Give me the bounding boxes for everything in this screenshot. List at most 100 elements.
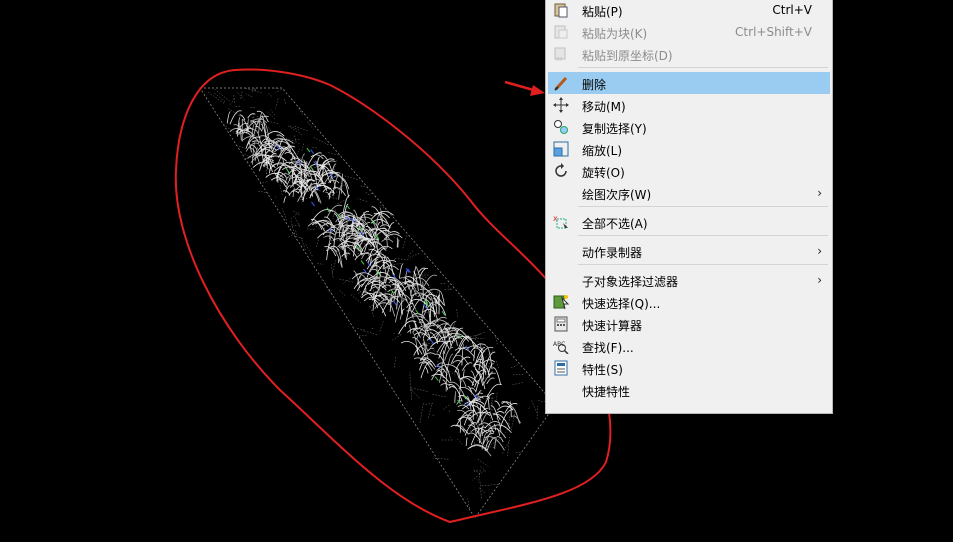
menu-item-label: 子对象选择过滤器 (582, 275, 679, 289)
mesh-edge (432, 458, 449, 460)
mesh-edge (297, 105, 303, 115)
eraser-icon (553, 75, 569, 91)
menu-item-shortcut: Ctrl+V (772, 3, 812, 17)
mesh-edge (419, 402, 424, 423)
mesh-edge (478, 470, 481, 483)
mesh-edge (477, 458, 489, 467)
contour-line (501, 401, 512, 405)
quick-select-icon (553, 294, 570, 310)
menu-item[interactable]: 粘贴(P) Ctrl+V (548, 0, 830, 21)
menu-item-label: 绘图次序(W) (582, 188, 652, 202)
mesh-edge (472, 470, 485, 481)
mesh-edge (495, 335, 498, 345)
survey-mark (346, 204, 351, 210)
mesh-edge (229, 98, 235, 106)
mesh-edge (207, 91, 225, 104)
survey-mark (310, 149, 315, 154)
menu-item[interactable]: 绘图次序(W) › (548, 182, 830, 204)
contour-line (226, 111, 231, 124)
menu-item[interactable]: x 全部不选(A) (548, 211, 830, 233)
contour-line (454, 347, 476, 358)
mesh-edge (391, 334, 402, 341)
contour-line (412, 337, 426, 357)
mesh-edge (267, 91, 272, 97)
menu-item[interactable]: 快速计算器 (548, 313, 830, 335)
contour-line (423, 274, 438, 287)
menu-separator (578, 206, 828, 207)
contour-line (279, 139, 284, 148)
mesh-edge (390, 262, 403, 266)
mesh-edge (317, 262, 324, 265)
contour-line (460, 378, 467, 388)
copy-select-icon (553, 119, 569, 135)
mesh-edge (290, 212, 299, 220)
contour-line (462, 362, 473, 371)
menu-item[interactable]: 移动(M) (548, 94, 830, 116)
mesh-edge (393, 332, 395, 335)
mesh-edge (305, 244, 314, 258)
menu-item-label: 旋转(O) (582, 166, 625, 180)
menu-item-label: 快捷特性 (582, 385, 631, 399)
contour-line (283, 196, 287, 203)
mesh-edge (235, 105, 242, 107)
mesh-edge (349, 293, 362, 304)
mesh-edge (298, 143, 300, 145)
menu-item[interactable]: 动作录制器 › (548, 240, 830, 262)
mesh-edge (270, 109, 276, 116)
menu-item-label: 复制选择(Y) (582, 122, 647, 136)
mesh-edge (324, 285, 335, 298)
menu-item[interactable]: 旋转(O) (548, 160, 830, 182)
menu-item[interactable]: 子对象选择过滤器 › (548, 269, 830, 291)
move-icon (553, 97, 569, 113)
mesh-edge (432, 393, 448, 398)
mesh-edge (290, 219, 295, 234)
mesh-edge (294, 217, 301, 229)
mesh-edge (512, 382, 524, 386)
mesh-edge (419, 342, 435, 344)
mesh-edge (307, 121, 314, 130)
submenu-arrow-icon: › (817, 244, 822, 258)
contour-line (450, 424, 466, 433)
mesh-edge (286, 125, 303, 135)
mesh-edge (379, 321, 384, 333)
annotation-red-arrow (504, 80, 545, 96)
mesh-edge (393, 357, 396, 369)
contour-line (266, 131, 285, 137)
mesh-edge (408, 250, 414, 257)
menu-item-label: 快速计算器 (582, 319, 643, 333)
mesh-edge (359, 334, 367, 337)
rotate-icon (553, 163, 569, 179)
mesh-edge (274, 196, 276, 198)
mesh-edge (457, 438, 463, 445)
menu-separator (578, 264, 828, 265)
mesh-edge (281, 208, 288, 221)
menu-item-label: 粘贴(P) (582, 5, 623, 19)
mesh-edge (245, 93, 253, 98)
mesh-edge (479, 487, 485, 493)
mesh-edge (510, 411, 516, 431)
mesh-edge (361, 330, 378, 335)
mesh-edge (479, 481, 482, 500)
context-menu: 带基点复制(B)Ctrl+Shift+C粘贴(P)Ctrl+V粘贴为块(K)Ct… (545, 0, 833, 414)
mesh-edge (527, 407, 530, 411)
menu-item[interactable]: 特性(S) (548, 357, 830, 379)
contour-line (336, 248, 343, 268)
menu-item[interactable]: 快捷特性 (548, 379, 830, 401)
contour-line (424, 366, 429, 374)
contour-line (364, 285, 367, 293)
contour-line (399, 263, 404, 279)
menu-item[interactable]: 缩放(L) (548, 138, 830, 160)
contour-line (408, 324, 412, 334)
mesh-edge (409, 372, 411, 391)
contour-line (439, 290, 445, 306)
contour-line (292, 183, 302, 189)
menu-item-label: 查找(F)... (582, 341, 634, 355)
mesh-edge (371, 328, 374, 330)
menu-item[interactable]: 复制选择(Y) (548, 116, 830, 138)
contour-line (455, 338, 458, 346)
mesh-edge (449, 370, 456, 376)
mesh-edge (251, 89, 262, 94)
menu-item[interactable]: 快速选择(Q)... (548, 291, 830, 313)
menu-item[interactable]: 删除 (548, 72, 830, 94)
menu-item[interactable]: ABC 查找(F)... (548, 335, 830, 357)
